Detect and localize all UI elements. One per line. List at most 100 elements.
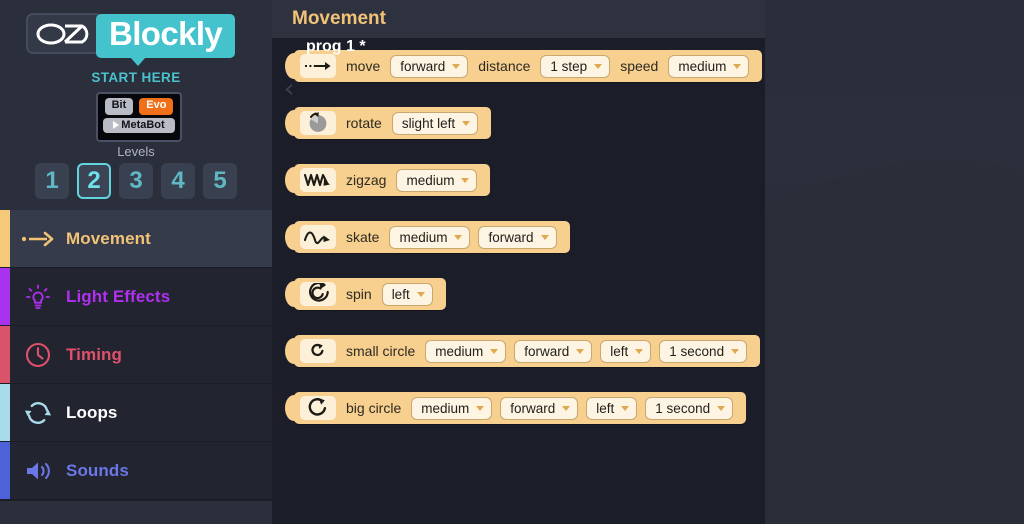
dropdown-value: left	[391, 286, 410, 302]
sidebar-item-sounds[interactable]: Sounds	[0, 442, 272, 500]
sidebar-item-label: Light Effects	[66, 286, 171, 306]
dropdown-value: 1 second	[669, 343, 725, 359]
category-color-stripe	[0, 442, 10, 499]
zigzag-wave-icon	[300, 168, 336, 192]
dropdown-small-circle-speed[interactable]: medium	[425, 339, 507, 363]
sidebar-item-movement[interactable]: Movement	[0, 210, 272, 268]
robot-option-metabot[interactable]: MetaBot	[103, 117, 175, 133]
chevron-down-icon	[452, 63, 461, 69]
spiral-spin-icon	[300, 282, 336, 306]
dropdown-direction[interactable]: forward	[390, 54, 469, 78]
block-skate[interactable]: skate medium forward	[285, 221, 570, 253]
sidebar-item-label: Timing	[66, 344, 123, 364]
block-label: speed	[620, 58, 659, 74]
block-rotate[interactable]: rotate slight left	[284, 107, 492, 139]
sidebar-item-loops[interactable]: Loops	[0, 384, 272, 442]
rotate-sphere-icon	[300, 111, 336, 135]
dropdown-big-circle-turn[interactable]: left	[586, 396, 638, 420]
chevron-down-icon	[594, 63, 603, 69]
dropdown-small-circle-duration[interactable]: 1 second	[659, 339, 748, 363]
dropdown-value: left	[596, 400, 615, 416]
block-label: zigzag	[346, 172, 387, 188]
block-flyout[interactable]: prog 1 * ‹ move forward distance 1 step	[272, 38, 765, 524]
block-big-circle[interactable]: big circle medium forward left 1 second	[284, 392, 747, 424]
play-triangle-icon	[113, 120, 120, 129]
lightbulb-icon	[10, 284, 66, 310]
level-button-4[interactable]: 4	[161, 163, 195, 199]
level-button-1[interactable]: 1	[35, 163, 69, 199]
category-color-stripe	[0, 268, 10, 325]
chevron-down-icon	[621, 405, 630, 411]
chevron-down-icon	[576, 348, 585, 354]
sidebar-item-timing[interactable]: Timing	[0, 326, 272, 384]
block-small-circle[interactable]: small circle medium forward left 1 secon…	[284, 335, 761, 367]
chevron-down-icon	[731, 348, 740, 354]
chevron-down-icon	[416, 291, 425, 297]
dropdown-value: left	[610, 343, 629, 359]
dropdown-rotate-amount[interactable]: slight left	[391, 111, 479, 135]
block-label: distance	[478, 58, 531, 74]
dropdown-big-circle-speed[interactable]: medium	[411, 396, 493, 420]
dropdown-value: forward	[524, 343, 570, 359]
dropdown-speed[interactable]: medium	[668, 54, 750, 78]
block-zigzag[interactable]: zigzag medium	[284, 164, 491, 196]
level-button-2[interactable]: 2	[77, 163, 111, 199]
block-label: small circle	[346, 343, 416, 359]
sidebar-item-label: Loops	[66, 402, 118, 422]
brand-logo-row[interactable]: Blockly	[26, 13, 236, 66]
ozoblockly-app: Blockly START HERE Bit Evo MetaBot Level…	[0, 0, 1024, 524]
dropdown-spin-direction[interactable]: left	[381, 282, 433, 306]
chevron-down-icon	[717, 405, 726, 411]
dropdown-distance[interactable]: 1 step	[540, 54, 611, 78]
chevron-down-icon	[562, 405, 571, 411]
block-label: spin	[346, 286, 372, 302]
dropdown-value: medium	[678, 58, 727, 74]
clock-icon	[10, 341, 66, 369]
block-label: rotate	[346, 115, 382, 131]
program-label: prog 1 *	[306, 38, 366, 55]
category-color-stripe	[0, 210, 10, 267]
level-button-3[interactable]: 3	[119, 163, 153, 199]
chevron-down-icon	[476, 405, 485, 411]
dropdown-small-circle-direction[interactable]: forward	[514, 339, 593, 363]
sidebar-item-label: Sounds	[66, 460, 129, 480]
block-spin[interactable]: spin left	[285, 278, 446, 310]
level-button-5[interactable]: 5	[203, 163, 237, 199]
dropdown-big-circle-direction[interactable]: forward	[500, 396, 579, 420]
levels-label: Levels	[117, 144, 155, 159]
sidebar-item-partial[interactable]	[0, 500, 272, 524]
brand-name: Blockly	[96, 14, 236, 66]
chevron-down-icon	[540, 234, 549, 240]
small-circle-arrow-icon	[300, 339, 336, 363]
dropdown-value: medium	[399, 229, 448, 245]
robot-selector[interactable]: Bit Evo MetaBot	[96, 92, 182, 142]
dropdown-skate-speed[interactable]: medium	[389, 225, 471, 249]
chevron-left-icon[interactable]: ‹	[284, 76, 294, 102]
chevron-down-icon	[462, 120, 471, 126]
block-label: big circle	[346, 400, 402, 416]
dropdown-value: slight left	[401, 115, 456, 131]
block-label: move	[346, 58, 381, 74]
category-list: Movement Light Effects Timing Loops Soun…	[0, 210, 272, 524]
dropdown-value: forward	[510, 400, 556, 416]
dropdown-value: medium	[406, 172, 455, 188]
robot-option-evo[interactable]: Evo	[139, 98, 174, 115]
category-color-stripe	[0, 384, 10, 441]
chevron-down-icon	[454, 234, 463, 240]
category-header-bar: Movement	[272, 0, 765, 38]
dropdown-value: medium	[435, 343, 484, 359]
ozobot-logo-icon	[26, 13, 102, 54]
page-title: Movement	[292, 8, 386, 29]
smooth-wave-icon	[300, 225, 336, 249]
dropdown-small-circle-turn[interactable]: left	[600, 339, 652, 363]
category-color-stripe	[0, 326, 10, 383]
robot-option-bit[interactable]: Bit	[104, 98, 134, 115]
dropdown-zigzag-speed[interactable]: medium	[396, 168, 478, 192]
level-selector: 1 2 3 4 5	[0, 163, 272, 199]
dropdown-value: forward	[400, 58, 446, 74]
dropdown-skate-direction[interactable]: forward	[478, 225, 557, 249]
dropdown-big-circle-duration[interactable]: 1 second	[645, 396, 734, 420]
chevron-down-icon	[733, 63, 742, 69]
dotted-arrow-icon	[300, 54, 336, 78]
sidebar-item-light-effects[interactable]: Light Effects	[0, 268, 272, 326]
